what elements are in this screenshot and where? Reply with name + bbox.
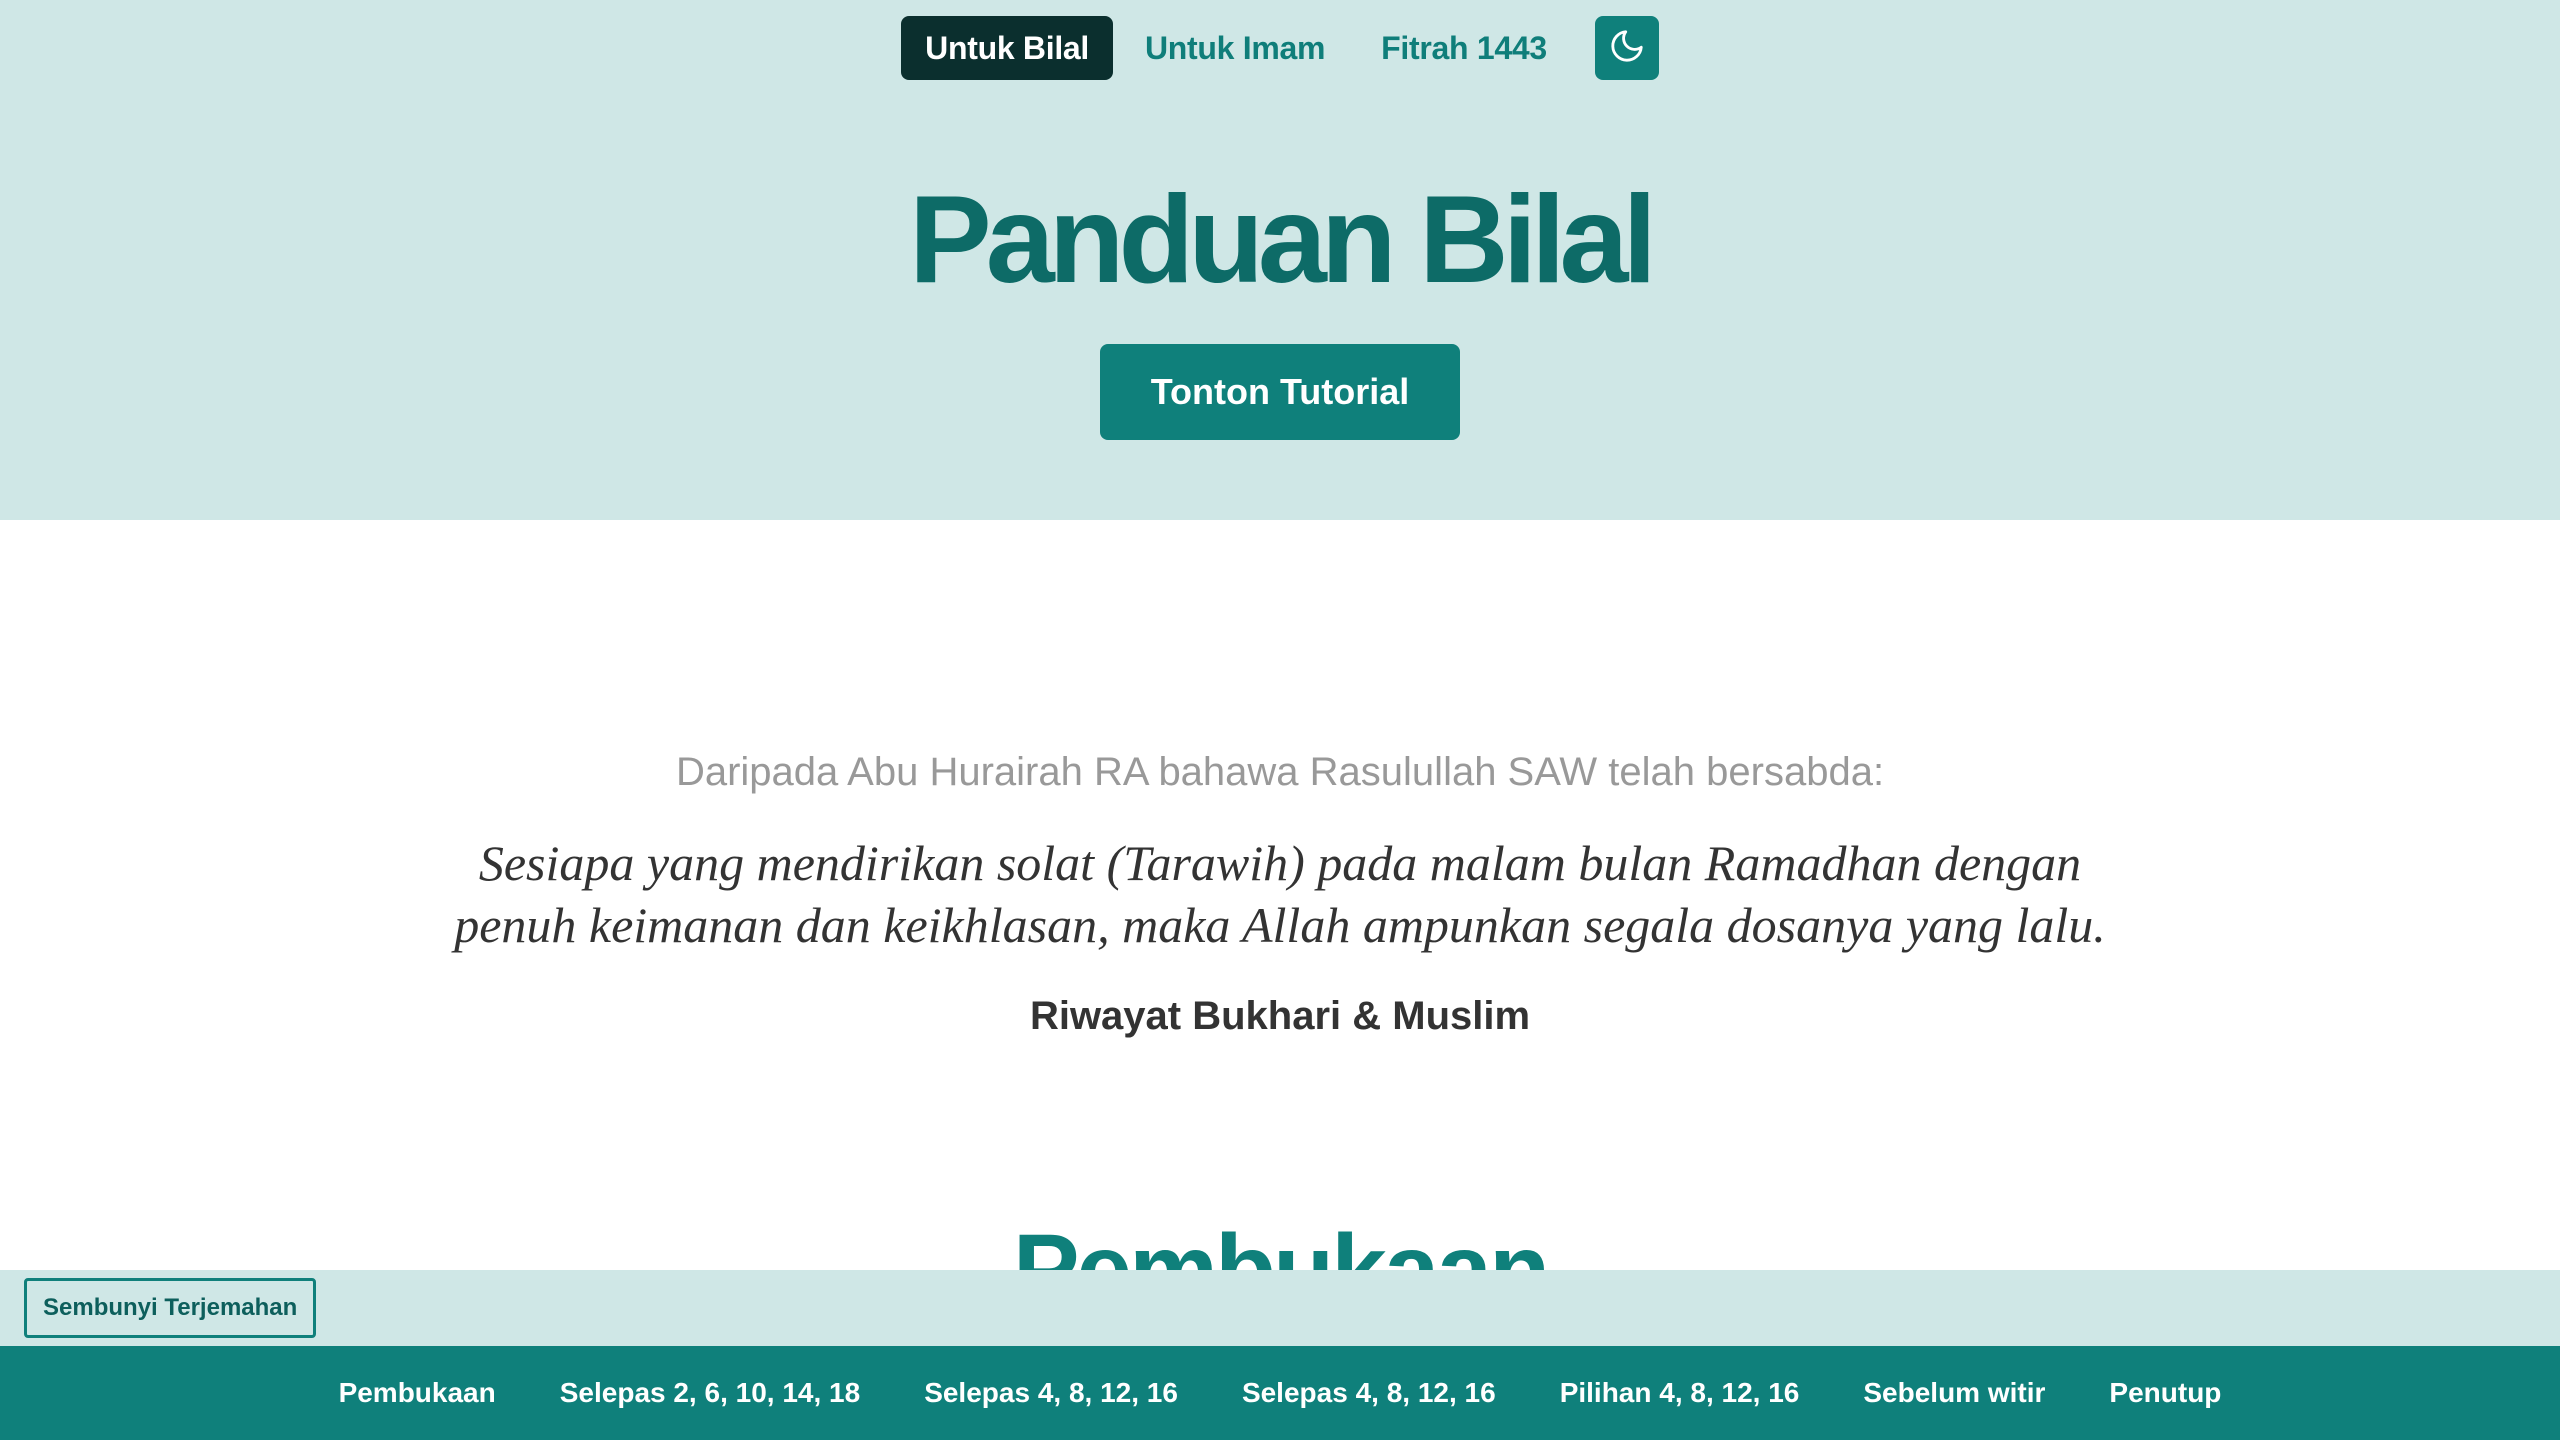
hadith-quote-line-1: Sesiapa yang mendirikan solat (Tarawih) … <box>478 835 2082 891</box>
page-title: Panduan Bilal <box>909 171 1657 309</box>
hadith-quote: Sesiapa yang mendirikan solat (Tarawih) … <box>380 832 2180 956</box>
bottom-nav-sebelum-witir[interactable]: Sebelum witir <box>1831 1377 2077 1409</box>
nav-untuk-imam[interactable]: Untuk Imam <box>1121 16 1349 80</box>
hide-translation-button[interactable]: Sembunyi Terjemahan <box>24 1278 317 1338</box>
moon-icon <box>1608 27 1646 70</box>
hadith-quote-line-2: penuh keimanan dan keikhlasan, maka Alla… <box>454 897 2106 953</box>
hadith-intro: Daripada Abu Hurairah RA bahawa Rasulull… <box>675 750 1885 794</box>
hero-header: Untuk Bilal Untuk Imam Fitrah 1443 Pandu… <box>0 0 2560 520</box>
top-navigation: Untuk Bilal Untuk Imam Fitrah 1443 <box>0 16 2560 80</box>
nav-fitrah-1443[interactable]: Fitrah 1443 <box>1357 16 1571 80</box>
bottom-nav-pembukaan[interactable]: Pembukaan <box>307 1377 528 1409</box>
bottom-nav-penutup[interactable]: Penutup <box>2077 1377 2253 1409</box>
nav-untuk-bilal[interactable]: Untuk Bilal <box>901 16 1113 80</box>
bottom-section-navigation: Pembukaan Selepas 2, 6, 10, 14, 18 Selep… <box>0 1346 2560 1440</box>
theme-toggle-button[interactable] <box>1594 16 1659 80</box>
watch-tutorial-button[interactable]: Tonton Tutorial <box>1100 344 1460 440</box>
translation-bar: Sembunyi Terjemahan <box>0 1270 2560 1346</box>
bottom-nav-selepas-4-8-12-16-a[interactable]: Selepas 4, 8, 12, 16 <box>892 1377 1210 1409</box>
hadith-source: Riwayat Bukhari & Muslim <box>1029 994 1531 1038</box>
bottom-nav-selepas-4-8-12-16-b[interactable]: Selepas 4, 8, 12, 16 <box>1210 1377 1528 1409</box>
bottom-nav-selepas-2-6-10-14-18[interactable]: Selepas 2, 6, 10, 14, 18 <box>528 1377 892 1409</box>
bottom-nav-pilihan-4-8-12-16[interactable]: Pilihan 4, 8, 12, 16 <box>1528 1377 1832 1409</box>
